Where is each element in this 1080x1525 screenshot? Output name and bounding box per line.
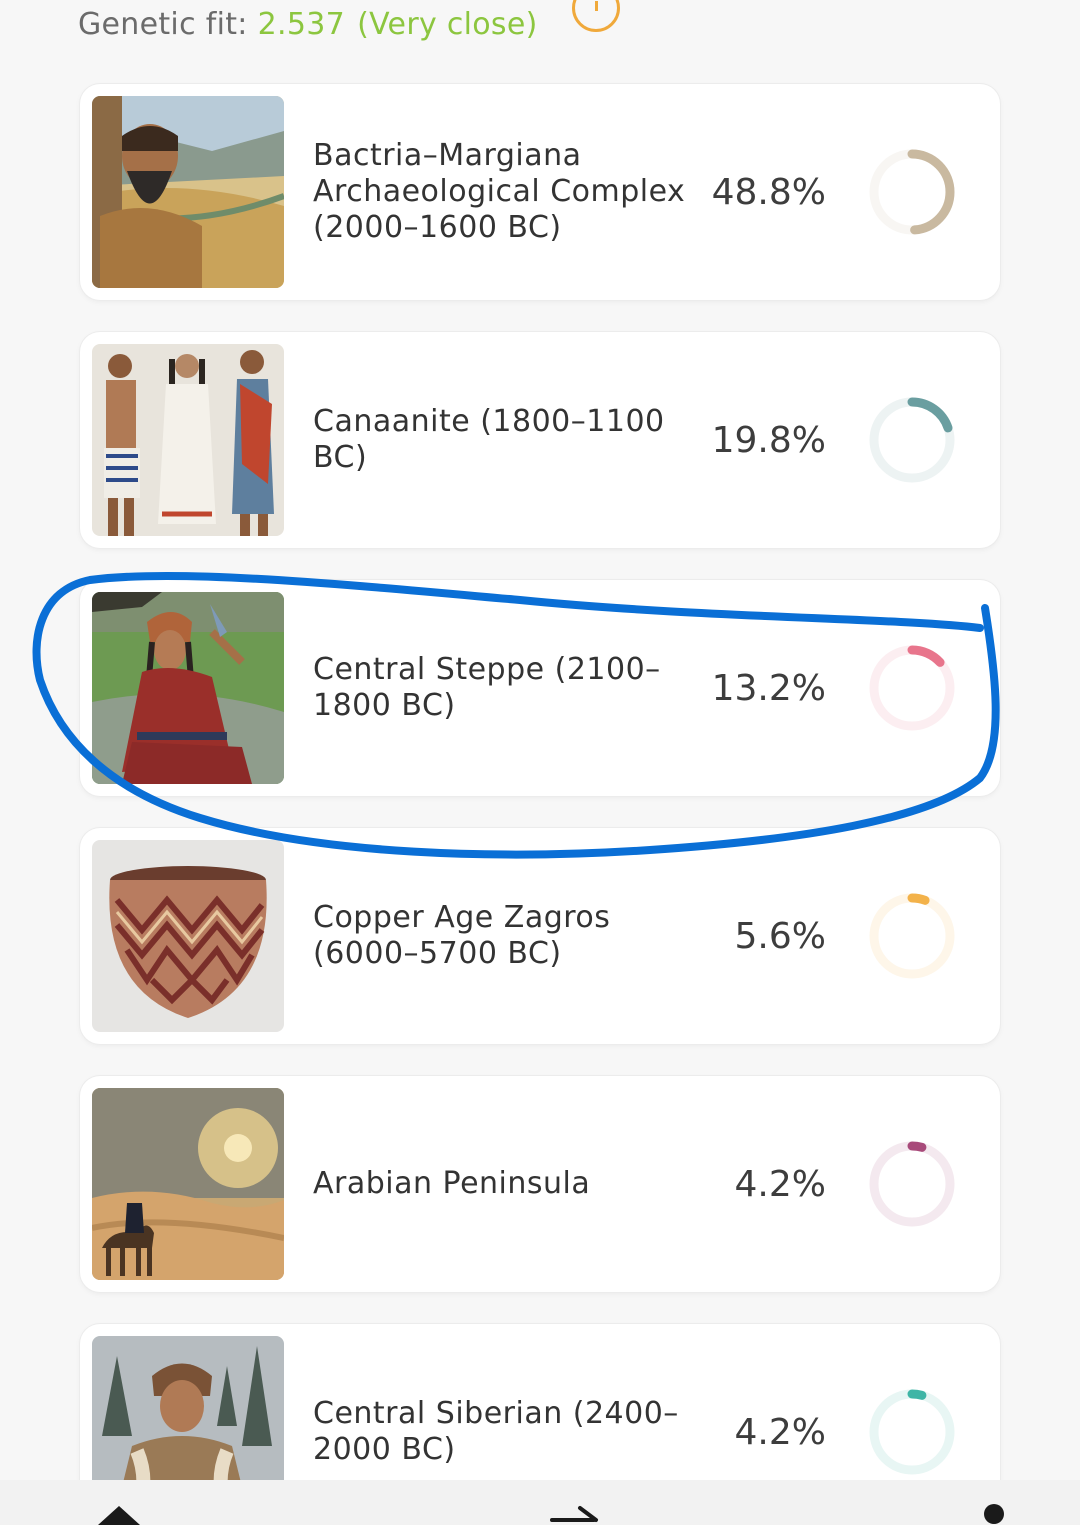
dot-icon[interactable] bbox=[984, 1504, 1004, 1524]
percent-ring-chart bbox=[869, 645, 955, 731]
population-name: Central Steppe (2100–1800 BC) bbox=[313, 652, 661, 723]
info-circle-icon[interactable] bbox=[572, 0, 620, 32]
population-percent: 48.8% bbox=[711, 171, 826, 213]
percent-ring-chart bbox=[869, 1389, 955, 1475]
population-name: Bactria–Margiana Archaeological Complex … bbox=[313, 138, 686, 245]
population-card[interactable]: Bactria–Margiana Archaeological Complex … bbox=[80, 84, 1000, 300]
three-ancient-figures-image bbox=[92, 344, 284, 536]
fit-value: 2.537 bbox=[257, 6, 346, 42]
population-percent: 19.8% bbox=[711, 419, 826, 461]
bottom-navigation-bar bbox=[0, 1480, 1080, 1525]
ring-track bbox=[869, 1141, 955, 1227]
population-name: Copper Age Zagros (6000–5700 BC) bbox=[313, 900, 611, 971]
ring-track bbox=[869, 1389, 955, 1475]
fit-label: Genetic fit: bbox=[78, 6, 248, 42]
population-card[interactable]: Copper Age Zagros (6000–5700 BC) 5.6% bbox=[80, 828, 1000, 1044]
painted-pottery-image bbox=[92, 840, 284, 1032]
arrow-right-icon[interactable] bbox=[550, 1500, 600, 1525]
steppe-woman-image bbox=[92, 592, 284, 784]
population-percent: 5.6% bbox=[734, 915, 826, 957]
population-card[interactable]: Canaanite (1800–1100 BC) 19.8% bbox=[80, 332, 1000, 548]
fit-description: (Very close) bbox=[357, 6, 538, 42]
ring-track bbox=[869, 893, 955, 979]
percent-ring-chart bbox=[869, 1141, 955, 1227]
population-card[interactable]: Central Steppe (2100–1800 BC) 13.2% bbox=[80, 580, 1000, 796]
percent-ring-chart bbox=[869, 397, 955, 483]
population-name: Arabian Peninsula bbox=[313, 1166, 591, 1201]
population-card[interactable]: Arabian Peninsula 4.2% bbox=[80, 1076, 1000, 1292]
percent-ring-chart bbox=[869, 149, 955, 235]
population-percent: 13.2% bbox=[711, 667, 826, 709]
desert-camel-image bbox=[92, 1088, 284, 1280]
genetic-fit-header: Genetic fit: 2.537 (Very close) bbox=[78, 0, 538, 48]
bearded-man-landscape-image bbox=[92, 96, 284, 288]
population-name: Canaanite (1800–1100 BC) bbox=[313, 404, 665, 475]
percent-ring-chart bbox=[869, 893, 955, 979]
population-percent: 4.2% bbox=[734, 1163, 826, 1205]
home-triangle-icon[interactable] bbox=[98, 1506, 140, 1525]
